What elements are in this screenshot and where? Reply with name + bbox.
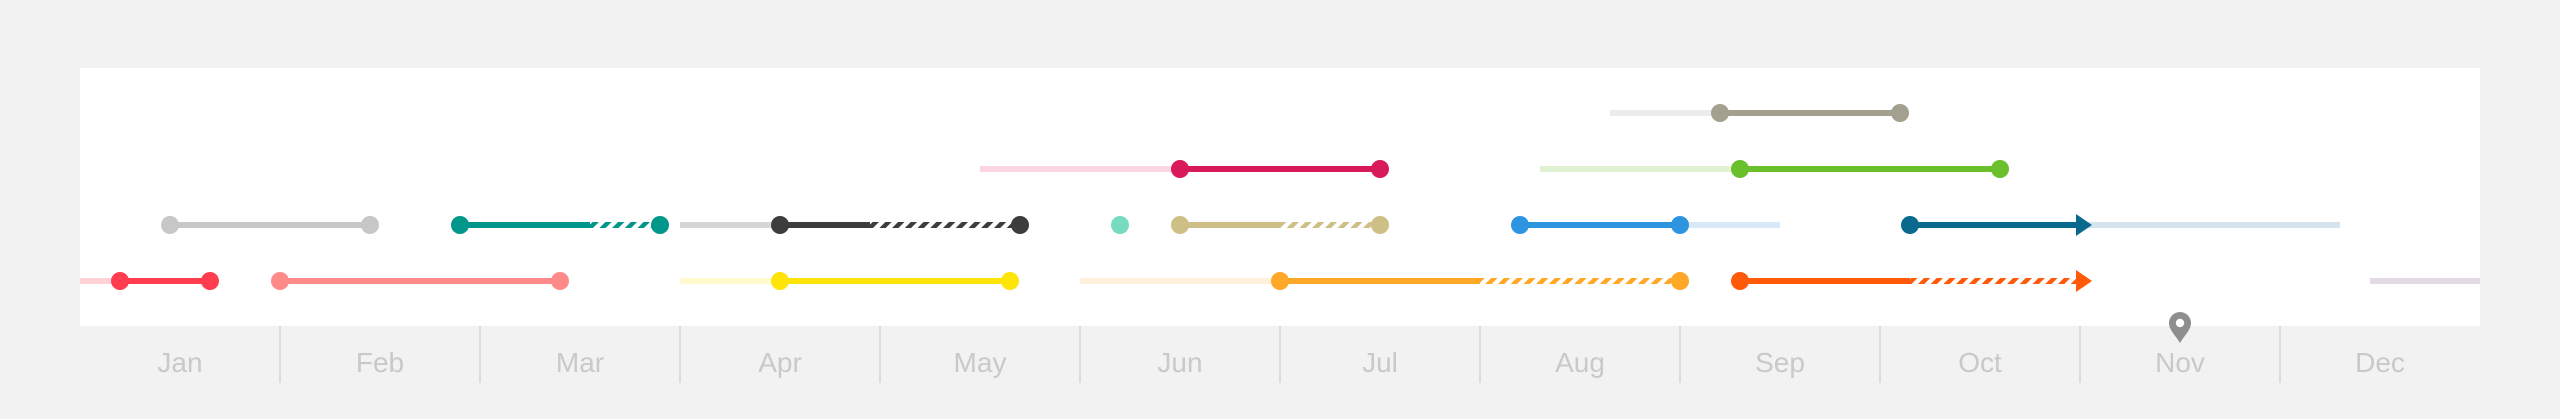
end-dot xyxy=(201,272,219,290)
start-dot xyxy=(771,272,789,290)
solid-bar xyxy=(1180,222,1280,228)
solid-bar xyxy=(170,222,370,228)
context-bar xyxy=(1540,166,1740,172)
end-dot xyxy=(1001,272,1019,290)
month-label-nov: Nov xyxy=(2155,347,2205,378)
track-9 xyxy=(1111,216,1129,234)
start-dot xyxy=(1901,216,1919,234)
month-label-jun: Jun xyxy=(1157,347,1202,378)
solid-bar xyxy=(1720,110,1900,116)
context-bar xyxy=(2080,222,2340,228)
end-dot xyxy=(551,272,569,290)
month-label-aug: Aug xyxy=(1555,347,1605,378)
location-pin-icon xyxy=(2169,312,2191,343)
track-5 xyxy=(2370,278,2480,284)
context-bar xyxy=(2370,278,2480,284)
context-bar xyxy=(680,222,780,228)
end-dot xyxy=(1011,216,1029,234)
end-dot xyxy=(1671,216,1689,234)
solid-bar xyxy=(780,278,1010,284)
hatched-bar xyxy=(1480,278,1680,284)
solid-bar xyxy=(1180,166,1380,172)
end-dot xyxy=(1671,272,1689,290)
month-label-jul: Jul xyxy=(1362,347,1398,378)
solid-bar xyxy=(1520,222,1680,228)
month-label-may: May xyxy=(954,347,1007,378)
context-bar xyxy=(1080,278,1280,284)
solid-bar xyxy=(280,278,560,284)
solid-bar xyxy=(120,278,210,284)
month-label-mar: Mar xyxy=(556,347,604,378)
start-dot xyxy=(111,272,129,290)
end-dot xyxy=(1991,160,2009,178)
start-dot xyxy=(1731,160,1749,178)
solid-bar xyxy=(460,222,590,228)
start-dot xyxy=(161,216,179,234)
start-dot xyxy=(771,216,789,234)
start-dot xyxy=(1731,272,1749,290)
context-bar xyxy=(1610,110,1720,116)
end-dot xyxy=(1891,104,1909,122)
start-dot xyxy=(271,272,289,290)
start-dot xyxy=(1511,216,1529,234)
hatched-bar xyxy=(1910,278,2080,284)
month-label-dec: Dec xyxy=(2355,347,2405,378)
hatched-bar xyxy=(590,222,660,228)
month-label-feb: Feb xyxy=(356,347,404,378)
solid-bar xyxy=(1740,278,1910,284)
end-dot xyxy=(361,216,379,234)
end-dot xyxy=(1371,160,1389,178)
hatched-bar xyxy=(870,222,1020,228)
hatched-bar xyxy=(1280,222,1380,228)
month-label-oct: Oct xyxy=(1958,347,2002,378)
start-dot xyxy=(1711,104,1729,122)
point-marker xyxy=(1111,216,1129,234)
start-dot xyxy=(1171,216,1189,234)
month-label-jan: Jan xyxy=(157,347,202,378)
month-label-apr: Apr xyxy=(758,347,802,378)
context-bar xyxy=(680,278,780,284)
solid-bar xyxy=(1740,166,2000,172)
solid-bar xyxy=(780,222,870,228)
end-dot xyxy=(651,216,669,234)
end-dot xyxy=(1371,216,1389,234)
month-label-sep: Sep xyxy=(1755,347,1805,378)
start-dot xyxy=(1171,160,1189,178)
start-dot xyxy=(451,216,469,234)
timeline-chart: Jan Feb Mar Apr May Jun Jul Aug Sep Oct Nov Dec xyxy=(80,68,2480,383)
context-bar xyxy=(980,166,1180,172)
start-dot xyxy=(1271,272,1289,290)
solid-bar xyxy=(1280,278,1480,284)
solid-bar xyxy=(1910,222,2080,228)
context-bar xyxy=(1680,222,1780,228)
